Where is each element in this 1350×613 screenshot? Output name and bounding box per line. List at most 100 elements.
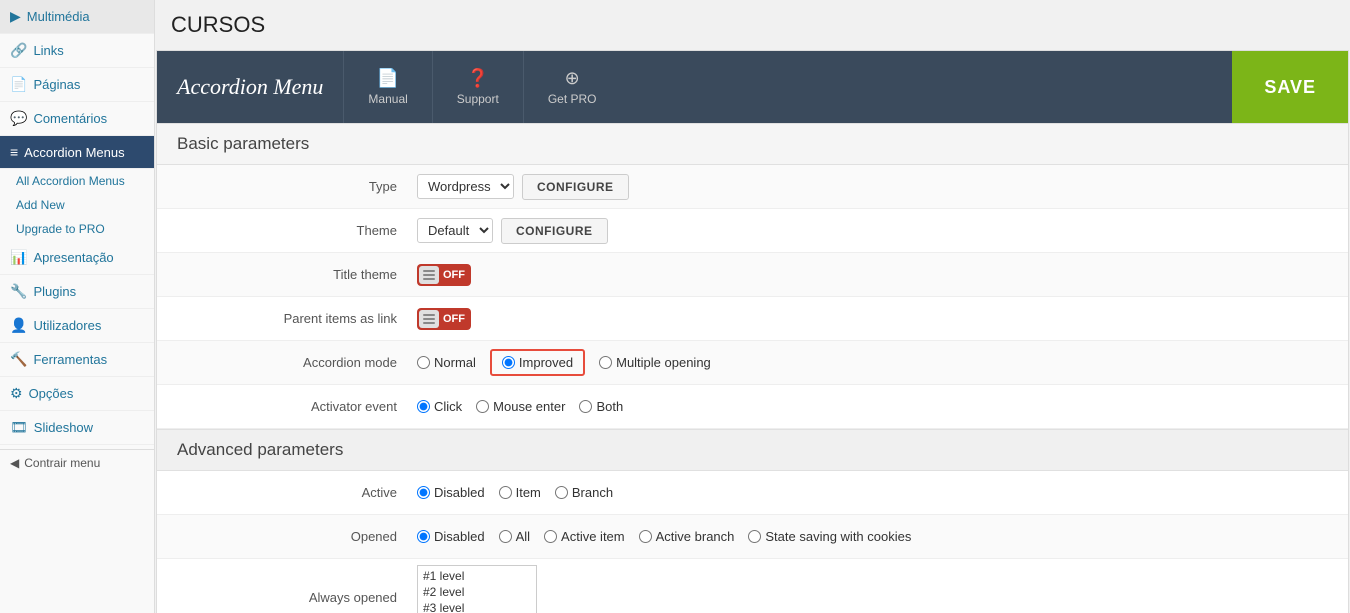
- comentarios-icon: 💬: [10, 110, 27, 127]
- content-wrapper: Accordion Menu 📄 Manual ❓ Support ⊕ Get …: [156, 50, 1349, 613]
- theme-controls: Default CONFIGURE: [417, 218, 1348, 244]
- plugins-icon: 🔧: [10, 283, 27, 300]
- type-configure-button[interactable]: CONFIGURE: [522, 174, 629, 200]
- activator-controls: Click Mouse enter Both: [417, 399, 1348, 414]
- support-icon: ❓: [467, 68, 489, 89]
- sidebar-item-apresentacao[interactable]: 📊 Apresentação: [0, 241, 154, 275]
- accordion-mode-normal-radio[interactable]: [417, 356, 430, 369]
- active-controls: Disabled Item Branch: [417, 485, 1348, 500]
- listbox-item-3[interactable]: #3 level: [420, 600, 534, 613]
- paginas-icon: 📄: [10, 76, 27, 93]
- active-item-radio[interactable]: [499, 486, 512, 499]
- accordion-mode-normal[interactable]: Normal: [417, 355, 476, 370]
- accordion-mode-improved[interactable]: Improved: [490, 349, 585, 376]
- activator-row: Activator event Click Mouse enter: [157, 385, 1348, 429]
- sidebar-subitem-all[interactable]: All Accordion Menus: [0, 169, 154, 193]
- sidebar: ▶ Multimédia 🔗 Links 📄 Páginas 💬 Comentá…: [0, 0, 155, 613]
- sidebar-item-slideshow[interactable]: 🎞 Slideshow: [0, 411, 154, 445]
- sidebar-item-comentarios[interactable]: 💬 Comentários: [0, 102, 154, 136]
- opened-all-radio[interactable]: [499, 530, 512, 543]
- parent-items-label: Parent items as link: [157, 311, 417, 326]
- basic-params-header: Basic parameters: [157, 123, 1348, 165]
- toggle-handle2: [419, 310, 439, 328]
- listbox-item-2[interactable]: #2 level: [420, 584, 534, 600]
- nav-item-get-pro[interactable]: ⊕ Get PRO: [523, 51, 621, 123]
- opened-state-saving[interactable]: State saving with cookies: [748, 529, 911, 544]
- opened-state-radio[interactable]: [748, 530, 761, 543]
- title-theme-controls: OFF: [417, 264, 1348, 286]
- activator-mouse-enter[interactable]: Mouse enter: [476, 399, 565, 414]
- ferramentas-icon: 🔨: [10, 351, 27, 368]
- always-opened-listbox[interactable]: #1 level #2 level #3 level #4 level #5 l…: [417, 565, 537, 613]
- accordion-icon: ≡: [10, 144, 18, 160]
- accordion-mode-controls: Normal Improved Multiple opening: [417, 349, 1348, 376]
- opened-active-branch-radio[interactable]: [639, 530, 652, 543]
- parent-items-toggle[interactable]: OFF: [417, 308, 471, 330]
- activator-mouse-radio[interactable]: [476, 400, 489, 413]
- opened-radio-group: Disabled All Active item Active bra: [417, 529, 911, 544]
- active-row: Active Disabled Item Branch: [157, 471, 1348, 515]
- get-pro-icon: ⊕: [565, 68, 580, 89]
- opened-label: Opened: [157, 529, 417, 544]
- opened-disabled-radio[interactable]: [417, 530, 430, 543]
- theme-configure-button[interactable]: CONFIGURE: [501, 218, 608, 244]
- active-branch-radio[interactable]: [555, 486, 568, 499]
- save-button[interactable]: SAVE: [1232, 51, 1348, 123]
- plugin-logo: Accordion Menu: [177, 74, 323, 100]
- sidebar-item-utilizadores[interactable]: 👤 Utilizadores: [0, 309, 154, 343]
- opened-all[interactable]: All: [499, 529, 530, 544]
- sidebar-item-multimidia[interactable]: ▶ Multimédia: [0, 0, 154, 34]
- activator-both-radio[interactable]: [579, 400, 592, 413]
- nav-item-manual[interactable]: 📄 Manual: [343, 51, 431, 123]
- parent-items-controls: OFF: [417, 308, 1348, 330]
- active-branch[interactable]: Branch: [555, 485, 613, 500]
- nav-item-support[interactable]: ❓ Support: [432, 51, 523, 123]
- opened-controls: Disabled All Active item Active bra: [417, 529, 1348, 544]
- type-controls: Wordpress CONFIGURE: [417, 174, 1348, 200]
- type-select[interactable]: Wordpress: [417, 174, 514, 199]
- manual-icon: 📄: [377, 68, 399, 89]
- type-label: Type: [157, 179, 417, 194]
- activator-both[interactable]: Both: [579, 399, 623, 414]
- active-disabled-radio[interactable]: [417, 486, 430, 499]
- active-label: Active: [157, 485, 417, 500]
- title-theme-toggle[interactable]: OFF: [417, 264, 471, 286]
- activator-click-radio[interactable]: [417, 400, 430, 413]
- sidebar-item-accordion[interactable]: ≡ Accordion Menus: [0, 136, 154, 169]
- sidebar-subitem-upgrade[interactable]: Upgrade to PRO: [0, 217, 154, 241]
- opened-active-branch[interactable]: Active branch: [639, 529, 735, 544]
- content-area: Basic parameters Type Wordpress CONFIGUR…: [157, 123, 1348, 613]
- accordion-mode-multiple-radio[interactable]: [599, 356, 612, 369]
- multimidia-icon: ▶: [10, 8, 21, 25]
- sidebar-collapse-button[interactable]: ◀ Contrair menu: [0, 449, 154, 476]
- accordion-mode-multiple[interactable]: Multiple opening: [599, 355, 711, 370]
- sidebar-subitem-add-new[interactable]: Add New: [0, 193, 154, 217]
- opened-active-item-radio[interactable]: [544, 530, 557, 543]
- opened-disabled[interactable]: Disabled: [417, 529, 485, 544]
- sidebar-item-opcoes[interactable]: ⚙ Opções: [0, 377, 154, 411]
- active-disabled[interactable]: Disabled: [417, 485, 485, 500]
- sidebar-item-links[interactable]: 🔗 Links: [0, 34, 154, 68]
- theme-select[interactable]: Default: [417, 218, 493, 243]
- active-item[interactable]: Item: [499, 485, 541, 500]
- sidebar-item-ferramentas[interactable]: 🔨 Ferramentas: [0, 343, 154, 377]
- activator-click[interactable]: Click: [417, 399, 462, 414]
- toggle-lines-icon: [423, 270, 435, 280]
- plugin-nav: 📄 Manual ❓ Support ⊕ Get PRO: [343, 51, 1232, 123]
- title-theme-label: Title theme: [157, 267, 417, 282]
- advanced-params-header: Advanced parameters: [157, 429, 1348, 471]
- sidebar-item-paginas[interactable]: 📄 Páginas: [0, 68, 154, 102]
- accordion-mode-improved-radio[interactable]: [502, 356, 515, 369]
- sidebar-item-plugins[interactable]: 🔧 Plugins: [0, 275, 154, 309]
- parent-items-value: OFF: [443, 313, 465, 325]
- theme-label: Theme: [157, 223, 417, 238]
- page-title: CURSOS: [155, 0, 1350, 50]
- main-content: CURSOS Accordion Menu 📄 Manual ❓ Support…: [155, 0, 1350, 613]
- collapse-arrow-icon: ◀: [10, 456, 19, 470]
- always-opened-label: Always opened: [157, 590, 417, 605]
- toggle-handle: [419, 266, 439, 284]
- listbox-item-1[interactable]: #1 level: [420, 568, 534, 584]
- apresentacao-icon: 📊: [10, 249, 27, 266]
- accordion-mode-label: Accordion mode: [157, 355, 417, 370]
- opened-active-item[interactable]: Active item: [544, 529, 625, 544]
